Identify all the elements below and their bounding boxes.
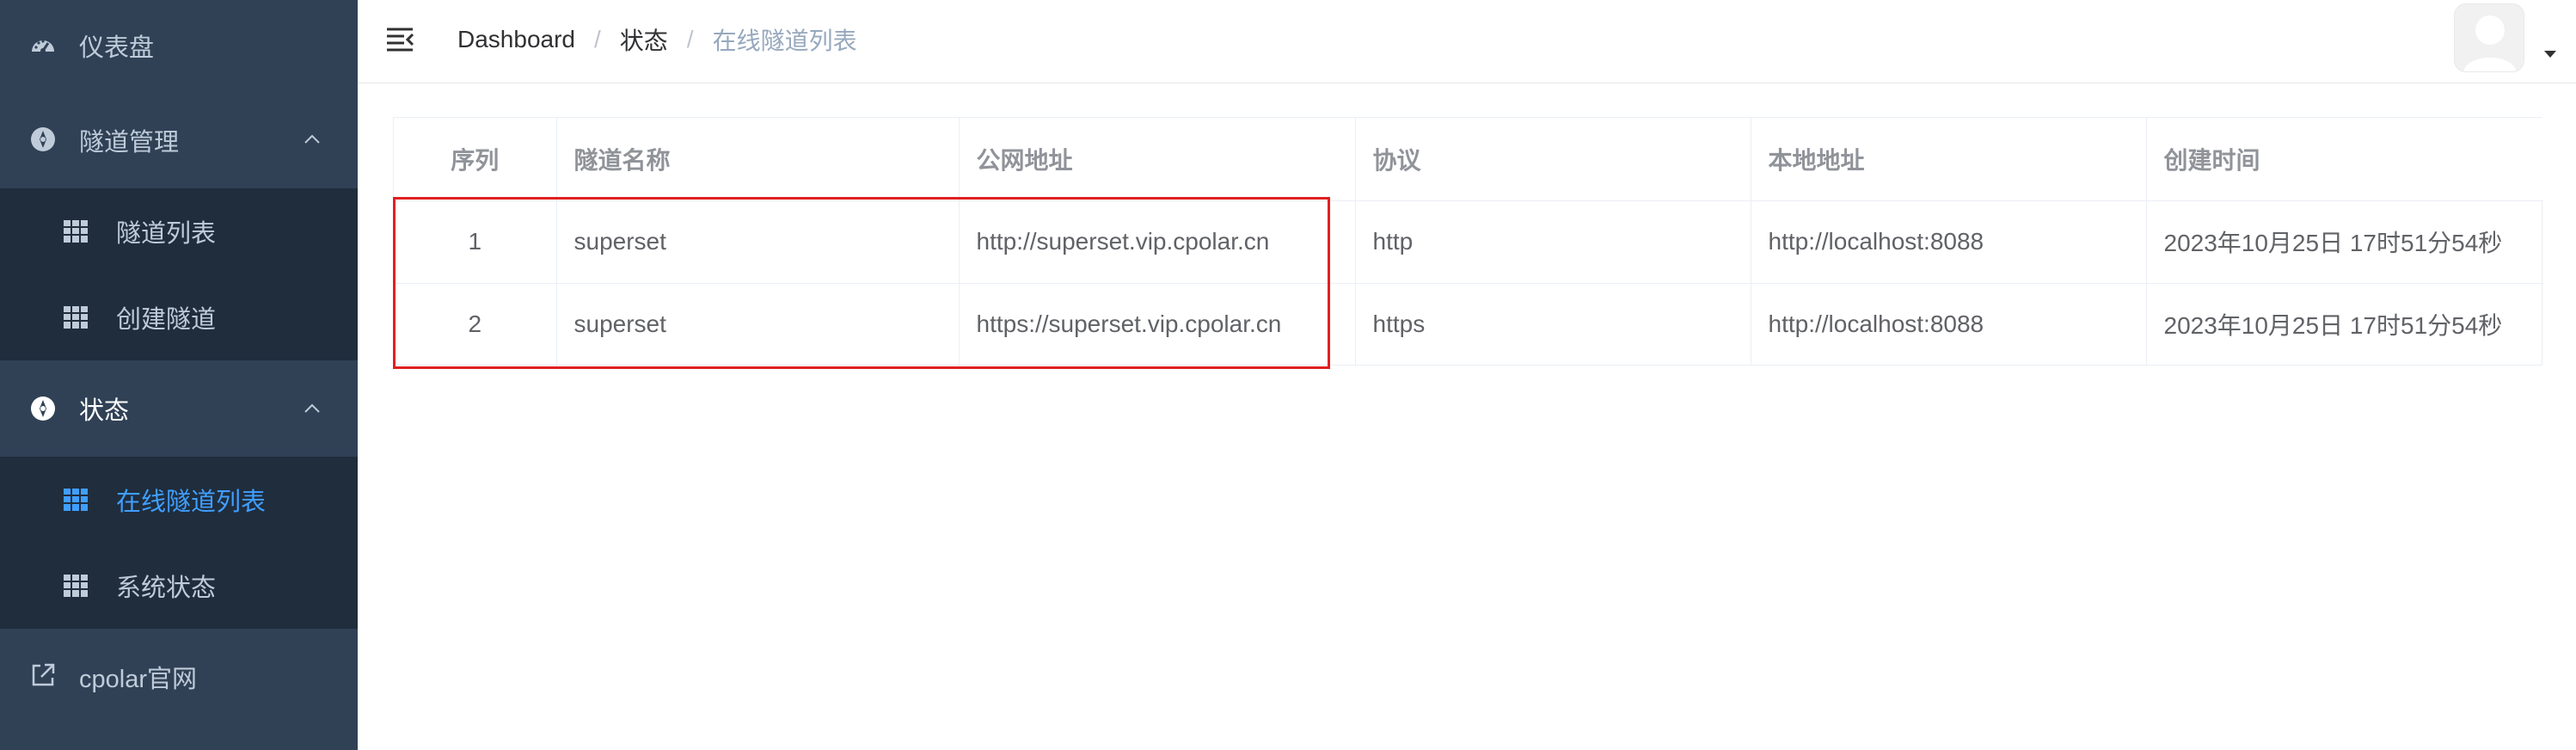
- cell-protocol: https: [1355, 283, 1751, 366]
- sidebar-item-label: 隧道列表: [116, 220, 217, 248]
- breadcrumb-home[interactable]: Dashboard: [457, 26, 575, 53]
- column-header-public-url: 公网地址: [959, 118, 1356, 201]
- chevron-up-icon: [304, 134, 320, 144]
- cell-tunnel-name: superset: [556, 283, 960, 366]
- column-header-protocol: 协议: [1355, 118, 1751, 201]
- table-icon: [64, 489, 88, 511]
- sidebar: 仪表盘 隧道管理 隧道列表 创建隧道 状态 在线隧道列表 系统状态 cpolar…: [0, 0, 358, 750]
- compass-icon: [31, 127, 55, 151]
- sidebar-item-online-tunnel-list[interactable]: 在线隧道列表: [0, 457, 358, 543]
- sidebar-item-label: 在线隧道列表: [116, 489, 267, 516]
- sidebar-item-label: 创建隧道: [116, 306, 217, 334]
- table-row: 1 superset http://superset.vip.cpolar.cn…: [394, 200, 2543, 284]
- compass-icon: [31, 397, 55, 421]
- user-avatar-icon: [2463, 15, 2517, 71]
- sidebar-item-tunnel-management[interactable]: 隧道管理: [0, 91, 358, 188]
- app: 仪表盘 隧道管理 隧道列表 创建隧道 状态 在线隧道列表 系统状态 cpolar…: [0, 0, 2576, 750]
- sidebar-item-label: 仪表盘: [79, 34, 155, 62]
- sidebar-item-label: cpolar官网: [79, 666, 197, 693]
- online-tunnel-table: 序列 隧道名称 公网地址 协议 本地地址 创建时间 1 superset htt…: [393, 117, 2543, 366]
- cell-index: 1: [394, 200, 557, 284]
- caret-down-icon[interactable]: [2542, 48, 2559, 60]
- table-icon: [64, 575, 88, 597]
- sidebar-item-system-status[interactable]: 系统状态: [0, 543, 358, 629]
- column-header-tunnel-name: 隧道名称: [556, 118, 960, 201]
- breadcrumb: Dashboard / 状态 / 在线隧道列表: [457, 22, 857, 57]
- table-icon: [64, 220, 88, 243]
- column-header-local-address: 本地地址: [1751, 118, 2147, 201]
- submenu-status: 在线隧道列表 系统状态: [0, 457, 358, 629]
- sidebar-item-label: 状态: [79, 397, 130, 425]
- dashboard-icon: [32, 40, 54, 53]
- sidebar-item-create-tunnel[interactable]: 创建隧道: [0, 274, 358, 360]
- cell-tunnel-name: superset: [556, 200, 960, 284]
- external-link-icon: [32, 663, 55, 686]
- chevron-up-icon: [304, 403, 320, 413]
- sidebar-item-dashboard[interactable]: 仪表盘: [0, 0, 358, 91]
- cell-public-url[interactable]: https://superset.vip.cpolar.cn: [959, 283, 1356, 366]
- cell-local-address: http://localhost:8088: [1751, 200, 2147, 284]
- breadcrumb-separator: /: [686, 26, 694, 52]
- cell-protocol: http: [1355, 200, 1751, 284]
- sidebar-item-status[interactable]: 状态: [0, 360, 358, 457]
- cell-created-time: 2023年10月25日 17时51分54秒: [2146, 200, 2543, 284]
- sidebar-item-tunnel-list[interactable]: 隧道列表: [0, 188, 358, 274]
- sidebar-item-label: 系统状态: [116, 575, 217, 602]
- sidebar-item-official-site[interactable]: cpolar官网: [0, 629, 358, 725]
- avatar[interactable]: [2454, 3, 2524, 72]
- breadcrumb-separator: /: [593, 26, 601, 52]
- breadcrumb-status: 状态: [619, 28, 668, 54]
- table-row: 2 superset https://superset.vip.cpolar.c…: [394, 283, 2543, 366]
- sidebar-item-label: 隧道管理: [79, 128, 180, 157]
- hamburger-icon[interactable]: [385, 24, 414, 53]
- navbar: Dashboard / 状态 / 在线隧道列表: [358, 0, 2576, 83]
- cell-public-url[interactable]: http://superset.vip.cpolar.cn: [959, 200, 1356, 284]
- cell-local-address: http://localhost:8088: [1751, 283, 2147, 366]
- table-header-row: 序列 隧道名称 公网地址 协议 本地地址 创建时间: [394, 118, 2543, 201]
- breadcrumb-current: 在线隧道列表: [712, 28, 857, 54]
- cell-index: 2: [394, 283, 557, 366]
- table-icon: [64, 306, 88, 329]
- column-header-created-time: 创建时间: [2146, 118, 2543, 201]
- submenu-tunnel-management: 隧道列表 创建隧道: [0, 188, 358, 360]
- column-header-index: 序列: [394, 118, 557, 201]
- cell-created-time: 2023年10月25日 17时51分54秒: [2163, 312, 2503, 340]
